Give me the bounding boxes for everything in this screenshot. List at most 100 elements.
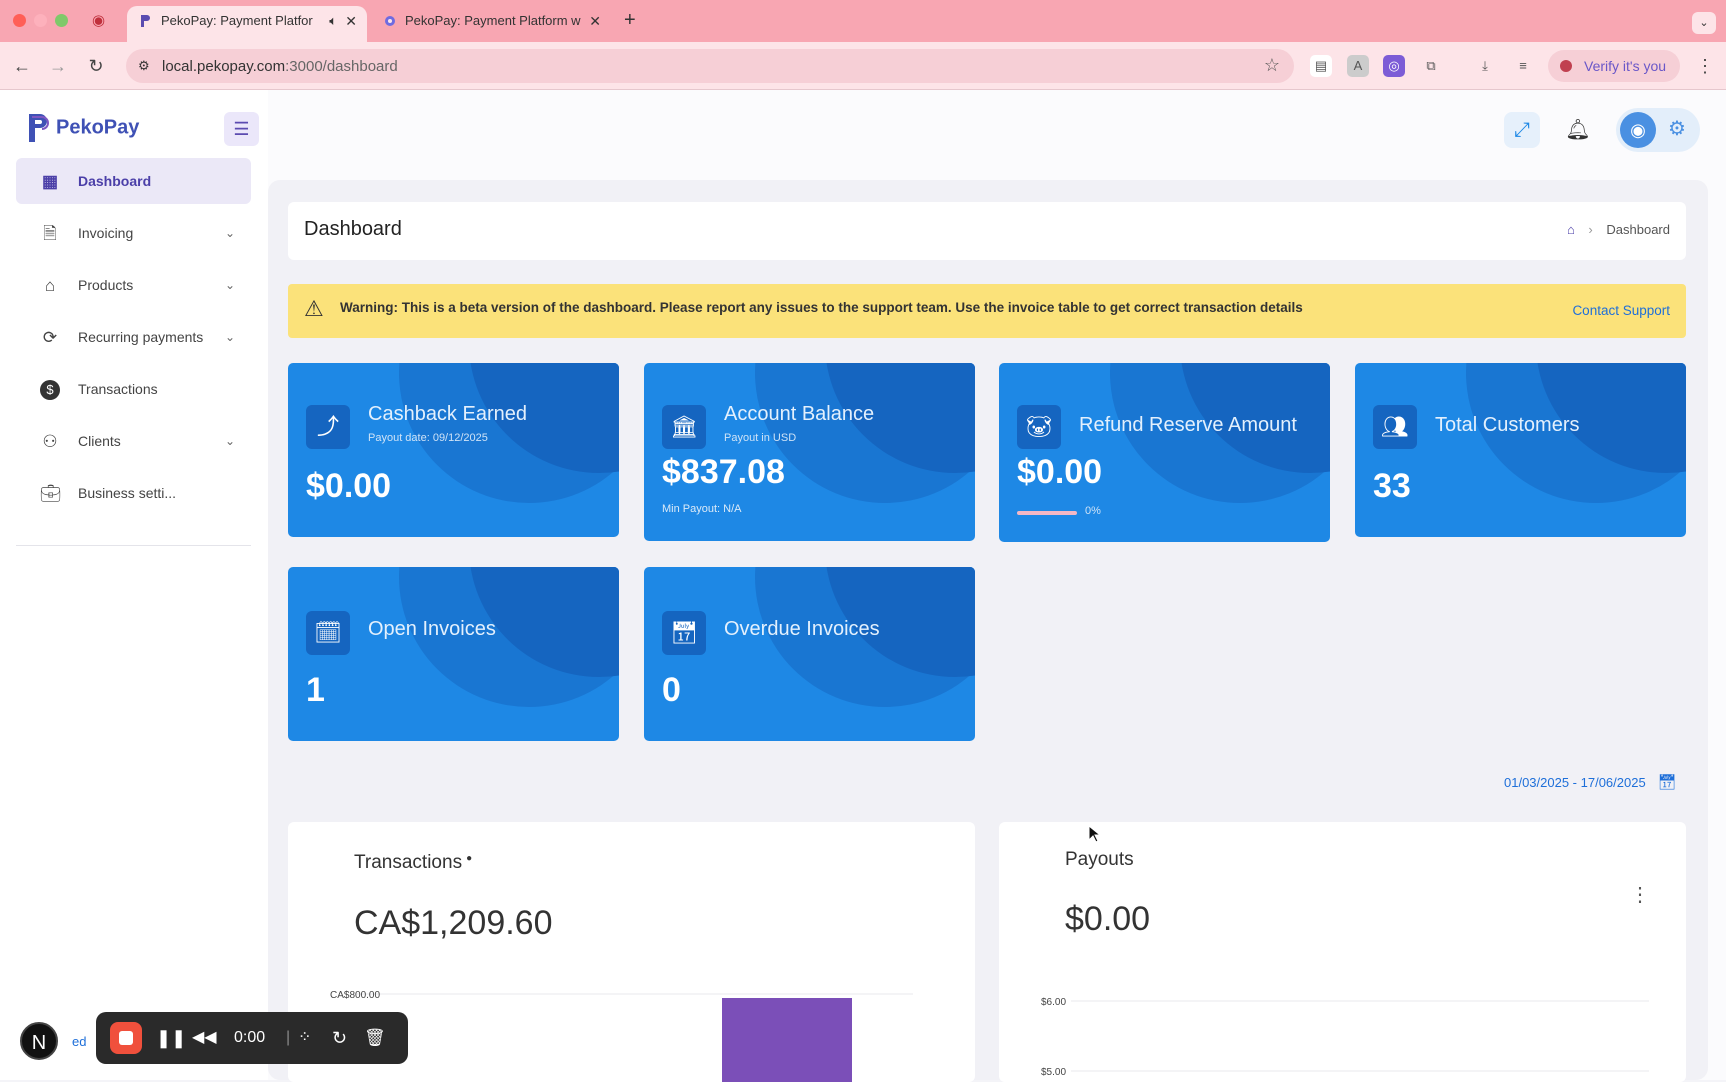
invoice-clock-icon: 🗓︎ [306,611,350,655]
card-title: Account Balance [724,403,875,425]
avatar: ◉ [1620,112,1656,148]
restart-icon[interactable]: ↻ [332,1026,347,1050]
tab-pekopay-2[interactable]: PekoPay: Payment Platform w ✕ [371,6,611,42]
user-menu[interactable]: ◉ ⚙︎ [1616,108,1700,152]
document-icon: 🗎︎ [43,224,57,243]
close-tab-icon[interactable]: ✕ [345,6,357,36]
y-tick-label: $6.00 [1041,997,1066,1008]
trash-icon[interactable]: 🗑︎ [364,1026,386,1050]
chevron-down-icon: ⌄ [224,434,235,448]
sidebar-item-transactions[interactable]: $ Transactions [16,366,251,412]
site-info-icon[interactable]: ⚙︎ [138,58,150,74]
chevron-down-icon: ⌄ [224,226,235,240]
page-header: Dashboard ⌂ › Dashboard [288,202,1686,260]
browser-toolbar: ← → ↻ ⚙︎ local.pekopay.com:3000/dashboar… [0,42,1726,90]
card-open-invoices[interactable]: 🗓︎ Open Invoices 1 [288,567,619,741]
warning-triangle-icon: ⚠︎ [304,296,324,321]
settings-gear-icon[interactable]: ⚙︎ [1668,116,1686,141]
pekopay-logo-icon [29,114,49,142]
sidebar-item-label: Dashboard [78,173,152,189]
pause-icon[interactable]: ❚❚ [156,1026,186,1050]
speaker-icon[interactable]: 🔈︎ [329,6,337,36]
divider: | [286,1029,291,1046]
fullscreen-button[interactable]: ⤢ [1504,112,1540,148]
browser-menu-icon[interactable]: ⋮ [1693,54,1717,78]
payouts-panel: Payouts $0.00 ⋮ $6.00 $5.00 [999,822,1686,1082]
minimize-window-button[interactable] [34,14,47,27]
transactions-total: CA$1,209.60 [354,904,553,942]
maximize-window-button[interactable] [55,14,68,27]
calendar-icon: 📅︎ [1657,774,1677,791]
tab-pekopay-1[interactable]: PekoPay: Payment Platfor 🔈︎ ✕ [127,6,367,42]
sidebar-item-products[interactable]: ⌂ Products ⌄ [16,262,251,308]
grid-dots-icon[interactable]: ⁘ [298,1026,311,1050]
chart-bar[interactable] [722,998,852,1082]
recording-timer: 0:00 [234,1029,266,1046]
card-value: $837.08 [662,453,785,491]
contact-support-link[interactable]: Contact Support [1572,303,1670,318]
address-bar[interactable]: ⚙︎ local.pekopay.com:3000/dashboard ☆ [126,49,1294,83]
more-options-icon[interactable]: ⋮ [1630,882,1650,907]
bell-icon: 🔔︎ [1565,119,1591,141]
chevron-down-icon: ⌄ [224,278,235,292]
extension-icon[interactable]: ▤ [1310,55,1332,77]
sidebar-toggle-button[interactable]: ☰ [224,112,259,146]
notion-badge-icon[interactable]: N [20,1022,58,1060]
media-icon[interactable]: ≡ [1512,55,1534,77]
card-total-customers[interactable]: 👥︎ Total Customers 33 [1355,363,1686,537]
rewind-icon[interactable]: ◀◀ [192,1026,217,1050]
profile-button[interactable]: Verify it's you [1548,50,1680,82]
breadcrumb-current: Dashboard [1606,222,1670,237]
card-overdue-invoices[interactable]: 📅︎ Overdue Invoices 0 [644,567,975,741]
new-tab-button[interactable]: + [624,9,636,32]
card-min-payout: Min Payout: N/A [662,503,742,515]
logo[interactable]: PekoPay [26,112,139,146]
tab-search-button[interactable]: ⌄ [1692,12,1716,34]
card-title: Open Invoices [368,618,496,640]
profile-label: Verify it's you [1584,58,1667,74]
sidebar-item-label: Products [78,277,134,293]
close-window-button[interactable] [13,14,26,27]
stop-recording-button[interactable] [110,1022,142,1054]
people-icon: ⚇ [42,432,58,451]
close-tab-icon[interactable]: ✕ [589,6,601,36]
home-icon[interactable]: ⌂ [1567,222,1575,237]
back-icon[interactable]: ← [10,54,34,78]
sidebar-item-dashboard[interactable]: ▦ Dashboard [16,158,251,204]
page-title: Dashboard [304,218,402,240]
transactions-title: Transactions ● [354,852,473,873]
notifications-button[interactable]: 🔔︎ [1560,112,1596,148]
card-value: 1 [306,671,325,709]
store-icon: ⌂ [44,276,56,295]
sidebar-partial-label[interactable]: ed [72,1034,86,1049]
refund-progress-label: 0% [1085,505,1101,517]
payouts-total: $0.00 [1065,900,1151,938]
card-value: $0.00 [306,467,392,505]
reload-icon[interactable]: ↻ [84,54,108,78]
bookmark-star-icon[interactable]: ☆ [1264,55,1280,76]
download-icon[interactable]: ⤓ [1474,55,1496,77]
sidebar-item-label: Business setti... [78,485,177,501]
people-icon: 👥︎ [1373,405,1417,449]
card-value: 0 [662,671,681,709]
gear-favicon-icon [385,16,395,26]
browser-tab-strip: ◉ PekoPay: Payment Platfor 🔈︎ ✕ PekoPay:… [0,0,1726,42]
forward-icon[interactable]: → [46,54,70,78]
card-refund-reserve[interactable]: 🐷︎ Refund Reserve Amount $0.00 0% [999,363,1330,542]
card-title: Refund Reserve Amount [1079,414,1297,436]
sidebar-item-business-settings[interactable]: 💼︎ Business setti... [16,470,251,516]
date-range-picker[interactable]: 01/03/2025 - 17/06/2025 📅︎ [1504,773,1676,791]
sidebar-item-invoicing[interactable]: 🗎︎ Invoicing ⌄ [16,210,251,256]
sidebar-item-recurring-payments[interactable]: ⟳ Recurring payments ⌄ [16,314,251,360]
extension-icon[interactable]: A [1347,55,1369,77]
sidebar-item-clients[interactable]: ⚇ Clients ⌄ [16,418,251,464]
card-subtitle: Payout date: 09/12/2025 [368,432,488,444]
extension-icon[interactable]: ◎ [1383,55,1405,77]
card-cashback-earned[interactable]: ⤴︎ Cashback Earned Payout date: 09/12/20… [288,363,619,537]
puzzle-icon[interactable]: ⧉ [1420,55,1442,77]
bank-icon: 🏛︎ [662,405,706,449]
pekopay-favicon-icon [141,15,150,27]
avatar [1560,60,1572,72]
card-account-balance[interactable]: 🏛︎ Account Balance Payout in USD $837.08… [644,363,975,541]
expand-icon: ⤢ [1514,119,1530,141]
